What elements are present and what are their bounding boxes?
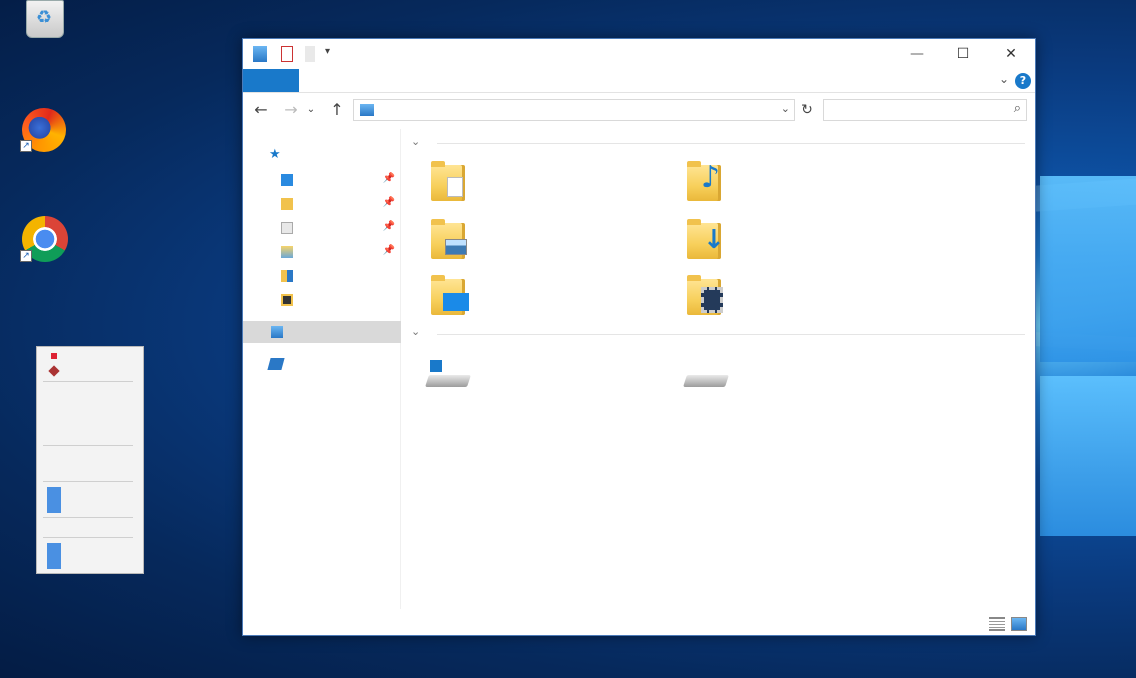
context-menu [36, 346, 144, 574]
navigation-pane: ★ 📌 📌 📌 📌 [243, 129, 401, 609]
large-icons-view-icon[interactable] [1011, 617, 1027, 631]
minimize-button[interactable]: — [895, 43, 939, 65]
windows-logo-icon [429, 359, 443, 373]
address-dropdown-icon[interactable]: ⌄ [781, 102, 790, 115]
drives-group-toggle[interactable]: ⌄ [411, 325, 420, 338]
title-bar: ▾ — ☐ ✕ [243, 39, 1035, 69]
search-icon: ⌕ [1013, 101, 1021, 116]
pictures-folder-icon [281, 246, 293, 258]
close-button[interactable]: ✕ [989, 43, 1033, 65]
ribbon: ⌄ ? [243, 69, 1035, 93]
music-note-icon: ♪ [701, 160, 721, 195]
refresh-button[interactable]: ↻ [797, 99, 817, 121]
music-folder-icon [281, 270, 293, 282]
downloads-folder-icon [281, 198, 293, 210]
drive-windows[interactable] [425, 355, 471, 395]
pin-icon[interactable]: 📌 [383, 221, 395, 232]
document-overlay-icon [447, 177, 463, 197]
videos-folder-icon [281, 294, 293, 306]
menu-separator [43, 537, 133, 538]
folder-desktop[interactable] [431, 273, 481, 319]
nav-item-downloads[interactable]: 📌 [243, 193, 401, 215]
folder-pictures[interactable] [431, 217, 481, 263]
nav-quick-access[interactable]: ★ [243, 145, 401, 167]
ribbon-expand-icon[interactable]: ⌄ [999, 72, 1009, 86]
up-button[interactable]: ↑ [327, 99, 347, 121]
menu-item-icon[interactable] [47, 487, 61, 513]
group-divider [437, 143, 1025, 144]
folder-videos[interactable] [687, 273, 737, 319]
hard-drive-icon [425, 375, 471, 387]
folder-music[interactable]: ♪ [687, 159, 737, 205]
recent-locations-button[interactable]: ⌄ [305, 99, 317, 121]
address-bar[interactable]: ⌄ [353, 99, 795, 121]
details-view-icon[interactable] [989, 617, 1005, 631]
navigation-bar: ← → ⌄ ↑ ⌄ ↻ ⌕ [243, 95, 1035, 125]
pin-icon[interactable]: 📌 [383, 245, 395, 256]
status-bar [243, 611, 1035, 635]
nav-item-this-pc[interactable] [243, 321, 401, 343]
picture-overlay-icon [445, 239, 467, 255]
forward-button[interactable]: → [281, 99, 301, 121]
help-icon[interactable]: ? [1015, 73, 1031, 89]
hard-drive-icon [683, 375, 729, 387]
network-icon [267, 358, 285, 370]
menu-separator [43, 445, 133, 446]
menu-item-icon[interactable] [48, 365, 60, 377]
folder-documents[interactable] [431, 159, 481, 205]
folders-group-toggle[interactable]: ⌄ [411, 135, 420, 148]
file-tab[interactable] [243, 69, 299, 92]
drive-local[interactable] [683, 355, 729, 395]
nav-item-videos[interactable] [243, 289, 401, 311]
menu-separator [43, 517, 133, 518]
quick-access-dropdown-icon[interactable]: ▾ [325, 46, 333, 62]
group-divider [437, 334, 1025, 335]
wallpaper-logo-pane [1040, 176, 1136, 362]
star-icon: ★ [269, 147, 281, 162]
nav-item-desktop[interactable]: 📌 [243, 169, 401, 191]
new-folder-icon[interactable] [305, 46, 315, 62]
nav-item-music[interactable] [243, 265, 401, 287]
properties-icon[interactable] [281, 46, 293, 62]
pin-icon[interactable]: 📌 [383, 173, 395, 184]
nav-item-pictures[interactable]: 📌 [243, 241, 401, 263]
menu-item-icon[interactable] [51, 353, 57, 359]
film-strip-icon [701, 287, 723, 313]
menu-item-icon[interactable] [47, 543, 61, 569]
download-arrow-icon: ↓ [703, 225, 725, 255]
nav-item-documents[interactable]: 📌 [243, 217, 401, 239]
file-explorer-window: ▾ — ☐ ✕ ⌄ ? ← → ⌄ ↑ ⌄ ↻ ⌕ ★ 📌 📌 📌 📌 ⌄ ♪ … [242, 38, 1036, 636]
this-pc-icon [360, 104, 374, 116]
nav-item-network[interactable] [243, 353, 401, 375]
folder-downloads[interactable]: ↓ [687, 217, 737, 263]
search-input[interactable]: ⌕ [823, 99, 1027, 121]
maximize-button[interactable]: ☐ [941, 43, 985, 65]
this-pc-icon [253, 46, 267, 62]
documents-folder-icon [281, 222, 293, 234]
recycle-bin-icon[interactable] [26, 0, 64, 38]
back-button[interactable]: ← [251, 99, 271, 121]
desktop-folder-icon [281, 174, 293, 186]
menu-separator [43, 481, 133, 482]
menu-separator [43, 381, 133, 382]
this-pc-icon [271, 326, 283, 338]
wallpaper-logo-pane [1040, 376, 1136, 536]
content-area: ⌄ ♪ ↓ ⌄ [403, 129, 1033, 609]
shortcut-arrow-icon: ↗ [20, 250, 32, 262]
shortcut-arrow-icon: ↗ [20, 140, 32, 152]
pin-icon[interactable]: 📌 [383, 197, 395, 208]
desktop-overlay-icon [443, 293, 469, 311]
